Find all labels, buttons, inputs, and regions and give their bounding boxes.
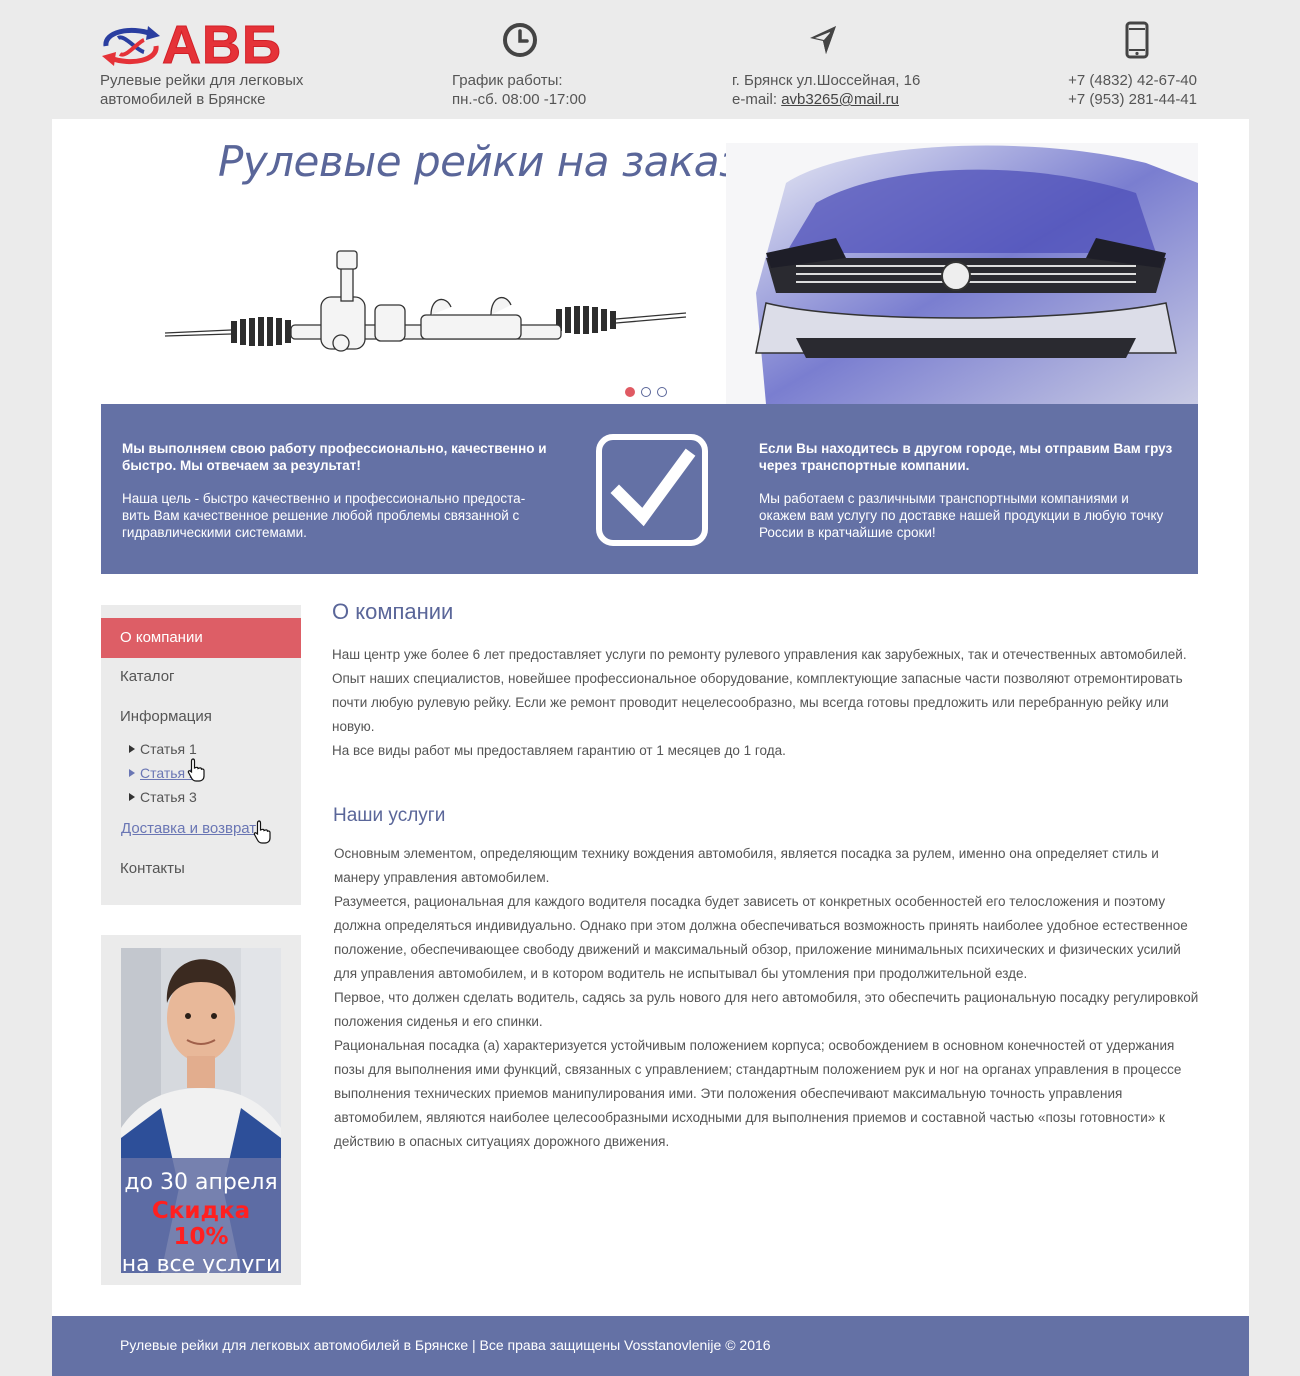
- hand-cursor-icon: [253, 820, 271, 844]
- banner-quality-text: Наша цель - быстро качественно и професс…: [122, 491, 526, 540]
- bullet-triangle-icon: [129, 745, 135, 753]
- services-paragraph-4: Рациональная посадка (а) характеризуется…: [334, 1038, 1182, 1149]
- banner-quality-title: Мы выполняем свою работу профессионально…: [122, 441, 547, 473]
- tagline-line2: автомобилей в Брянске: [100, 91, 266, 108]
- slider-dot-2[interactable]: [641, 387, 651, 397]
- hero-slider: Рулевые рейки на заказ: [101, 119, 1198, 404]
- slider-pagination: [625, 387, 667, 397]
- working-hours: График работы: пн.-сб. 08:00 -17:00: [452, 20, 586, 109]
- address-text: г. Брянск ул.Шоссейная, 16: [732, 72, 921, 89]
- bullet-triangle-icon: [129, 793, 135, 801]
- contact-address: г. Брянск ул.Шоссейная, 16 e-mail: avb32…: [732, 20, 920, 109]
- checkbox-checked-icon: [596, 434, 708, 546]
- footer-copyright: Рулевые рейки для легковых автомобилей в…: [120, 1337, 771, 1353]
- slider-dot-1[interactable]: [625, 387, 635, 397]
- slide-title: Рулевые рейки на заказ: [218, 137, 741, 186]
- page-container: Рулевые рейки на заказ Мы выполняем свою…: [52, 119, 1249, 1316]
- services-paragraph-3: Первое, что должен сделать водитель, сад…: [334, 990, 1199, 1029]
- bullet-triangle-icon: [129, 769, 135, 777]
- nav-subitem-article-3[interactable]: Статья 3: [129, 789, 197, 805]
- hand-cursor-icon: [187, 758, 205, 782]
- banner-quality: Мы выполняем свою работу профессионально…: [122, 440, 552, 541]
- promo-block[interactable]: до 30 апреля Скидка 10% на все услуги: [101, 935, 301, 1285]
- nav-item-catalog[interactable]: Каталог: [101, 657, 301, 697]
- steering-rack-image: [164, 250, 687, 352]
- site-tagline: Рулевые рейки для легковых автомобилей в…: [100, 71, 303, 109]
- site-header: АВБ Рулевые рейки для легковых автомобил…: [0, 0, 1300, 119]
- email-row: e-mail: avb3265@mail.ru: [732, 90, 920, 109]
- nav-subitem-article-1[interactable]: Статья 1: [129, 741, 197, 757]
- car-sketch-image: [726, 143, 1198, 404]
- promo-date: до 30 апреля: [124, 1170, 278, 1195]
- phone-2[interactable]: +7 (953) 281-44-41: [1066, 90, 1197, 109]
- banner-delivery: Если Вы находитесь в другом городе, мы о…: [759, 440, 1179, 541]
- contact-phones: +7 (4832) 42-67-40 +7 (953) 281-44-41: [1066, 20, 1197, 109]
- email-link[interactable]: avb3265@mail.ru: [781, 91, 899, 108]
- logo-arrows-icon: [102, 26, 160, 66]
- tagline-line1: Рулевые рейки для легковых: [100, 72, 304, 89]
- about-paragraph-1: Наш центр уже более 6 лет предоставляет …: [332, 647, 1187, 734]
- services-paragraph-2: Разумеется, рациональная для каждого вод…: [334, 894, 1188, 981]
- promo-image: до 30 апреля Скидка 10% на все услуги: [121, 948, 281, 1273]
- nav-item-delivery-label: Доставка и возврат: [121, 820, 257, 837]
- banner-delivery-text: Мы работаем с различными транспортными к…: [759, 491, 1164, 540]
- about-paragraph-2: На все виды работ мы предоставляем гаран…: [332, 743, 786, 758]
- about-title: О компании: [332, 599, 454, 624]
- hours-value: пн.-сб. 08:00 -17:00: [452, 91, 587, 108]
- nav-subitem-label: Статья 3: [140, 789, 197, 805]
- promo-caption: до 30 апреля Скидка 10% на все услуги: [121, 1158, 281, 1273]
- promo-discount: Скидка 10%: [151, 1198, 251, 1250]
- mobile-phone-icon: [1125, 21, 1149, 59]
- about-text: Наш центр уже более 6 лет предоставляет …: [332, 643, 1202, 763]
- services-paragraph-1: Основным элементом, определяющим технику…: [334, 846, 1159, 885]
- promo-scope: на все услуги: [121, 1252, 281, 1273]
- features-banner: Мы выполняем свою работу профессионально…: [101, 404, 1198, 574]
- hours-label: График работы:: [452, 72, 563, 89]
- logo-text: АВБ: [162, 15, 282, 76]
- services-title: Наши услуги: [333, 805, 446, 826]
- logo[interactable]: АВБ: [100, 15, 310, 76]
- sidebar-nav: О компании Каталог Информация Статья 1 С…: [101, 605, 301, 905]
- nav-subitem-label: Статья 1: [140, 741, 197, 757]
- phone-1[interactable]: +7 (4832) 42-67-40: [1066, 71, 1197, 90]
- email-label: e-mail:: [732, 91, 782, 108]
- location-arrow-icon: [810, 26, 836, 54]
- site-footer: Рулевые рейки для легковых автомобилей в…: [52, 1316, 1249, 1376]
- services-text: Основным элементом, определяющим технику…: [334, 842, 1200, 1154]
- clock-icon: [503, 23, 537, 57]
- nav-item-info[interactable]: Информация: [101, 697, 301, 737]
- nav-item-about[interactable]: О компании: [101, 618, 301, 658]
- nav-item-contacts[interactable]: Контакты: [101, 849, 301, 889]
- nav-item-delivery[interactable]: Доставка и возврат: [101, 809, 301, 849]
- slider-dot-3[interactable]: [657, 387, 667, 397]
- banner-delivery-title: Если Вы находитесь в другом городе, мы о…: [759, 441, 1173, 473]
